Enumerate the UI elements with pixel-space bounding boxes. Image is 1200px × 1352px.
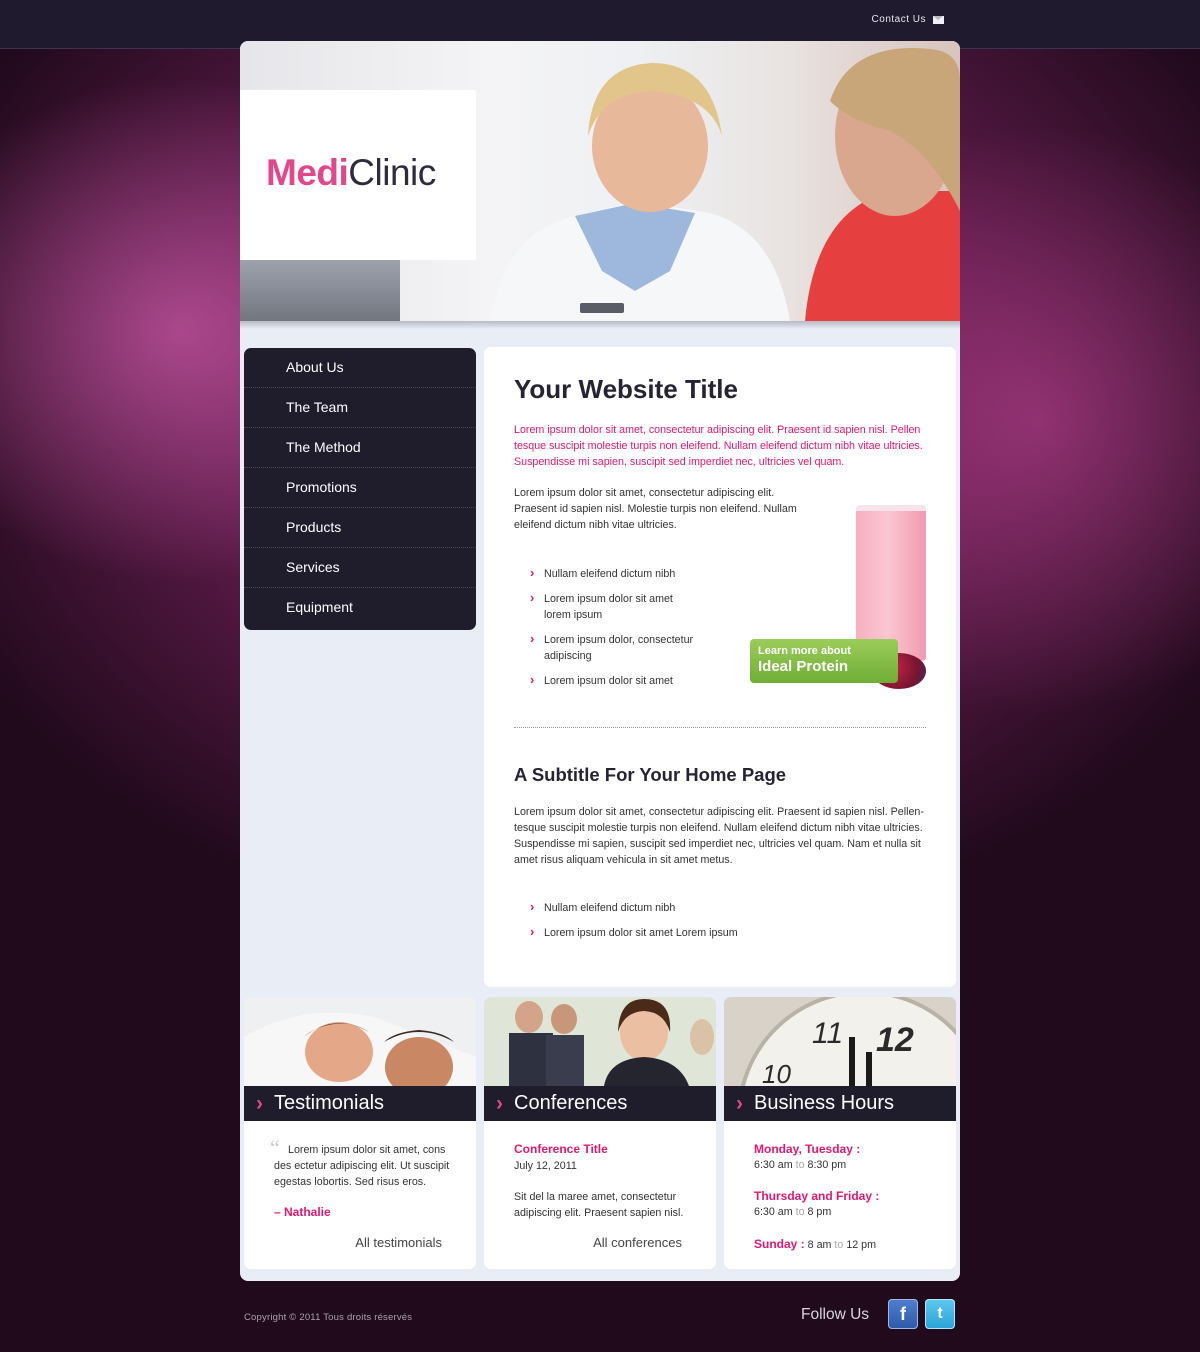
business-people-photo xyxy=(484,997,716,1086)
hours-to: to xyxy=(795,1206,805,1218)
nav-item-label: Promotions xyxy=(286,479,357,495)
hours-open: 6:30 am xyxy=(754,1206,793,1218)
conference-description: Sit del la maree amet, consectetur adipi… xyxy=(514,1191,684,1219)
conferences-box: › Conferences Conference Title July 12, … xyxy=(484,997,716,1269)
all-conferences-link[interactable]: All conferences xyxy=(593,1235,682,1250)
protein-drink-image xyxy=(856,505,926,661)
hours-to: to xyxy=(834,1239,844,1251)
intro-paragraph: Lorem ipsum dolor sit amet, consectetur … xyxy=(514,424,923,468)
logo-part-clinic: Clinic xyxy=(348,152,436,193)
promo-line-1: Learn more about xyxy=(758,645,851,657)
nav-item-label: Products xyxy=(286,519,342,535)
hours-open: 6:30 am xyxy=(754,1159,793,1171)
sidebar-nav: About Us The Team The Method Promotions … xyxy=(244,348,476,630)
nav-item-label: Equipment xyxy=(286,599,353,615)
hero-shadow xyxy=(240,321,960,329)
promo-line-2: Ideal Protein xyxy=(758,658,849,675)
chevron-right-icon: › xyxy=(256,1092,263,1115)
page-container: MediClinic About Us The Team The Method … xyxy=(240,41,960,1281)
testimonial-author: – Nathalie xyxy=(274,1205,331,1219)
body-paragraph: Lorem ipsum dolor sit amet, consectetur … xyxy=(514,487,797,531)
ideal-protein-button[interactable]: Learn more about Ideal Protein xyxy=(750,639,898,683)
body-paragraph: Lorem ipsum dolor sit amet, consectetur … xyxy=(514,806,924,866)
page-subtitle: A Subtitle For Your Home Page xyxy=(514,764,787,785)
clock-photo: 11 12 10 xyxy=(724,997,956,1086)
hours-days: Sunday : xyxy=(754,1237,805,1251)
list-item: Nullam eleifend dictum nibh xyxy=(530,899,790,916)
nav-item-label: The Team xyxy=(286,399,348,415)
list-item: Lorem ipsum dolor sit amet Lorem ipsum xyxy=(530,924,790,941)
hours-time: 6:30 am to 8 pm xyxy=(754,1206,831,1218)
list-item: Lorem ipsum dolor sit amet xyxy=(530,672,700,689)
hours-to: to xyxy=(795,1159,805,1171)
all-testimonials-link[interactable]: All testimonials xyxy=(355,1235,442,1250)
logo[interactable]: MediClinic xyxy=(266,152,436,194)
testimonial-quote: Lorem ipsum dolor sit amet, cons des ect… xyxy=(274,1144,450,1188)
list-item: Lorem ipsum dolor sit amet lorem ipsum xyxy=(530,590,700,623)
conference-title: Conference Title xyxy=(514,1142,608,1156)
nav-item-the-team[interactable]: The Team xyxy=(244,388,476,428)
conferences-header: › Conferences xyxy=(484,1086,716,1121)
chevron-right-icon: › xyxy=(736,1092,743,1115)
nav-item-the-method[interactable]: The Method xyxy=(244,428,476,468)
clock-number: 11 xyxy=(812,1017,843,1050)
contact-us-link[interactable]: Contact Us xyxy=(872,14,944,25)
list-item: Nullam eleifend dictum nibh xyxy=(530,565,700,582)
hours-close: 12 pm xyxy=(846,1239,877,1251)
conference-date: July 12, 2011 xyxy=(514,1160,577,1172)
nav-item-about-us[interactable]: About Us xyxy=(244,348,476,388)
logo-part-medi: Medi xyxy=(266,152,349,193)
testimonials-heading: Testimonials xyxy=(274,1092,385,1114)
hours-close: 8:30 pm xyxy=(807,1159,847,1171)
logo-box: MediClinic xyxy=(240,90,476,260)
bullet-list: Nullam eleifend dictum nibh Lorem ipsum … xyxy=(530,899,790,950)
section-divider xyxy=(514,727,926,728)
page-title: Your Website Title xyxy=(514,374,738,404)
nav-item-equipment[interactable]: Equipment xyxy=(244,588,476,627)
business-hours-header: › Business Hours xyxy=(724,1086,956,1121)
list-item: Lorem ipsum dolor, consectetur adipiscin… xyxy=(530,631,700,664)
nav-item-label: Services xyxy=(286,559,340,575)
twitter-icon[interactable]: t xyxy=(925,1299,955,1329)
business-hours-box: 11 12 10 › Business Hours Monday, Tuesda… xyxy=(724,997,956,1269)
hours-open: 8 am xyxy=(807,1239,832,1251)
conferences-heading: Conferences xyxy=(514,1092,628,1114)
laptop-image xyxy=(240,260,400,321)
business-hours-heading: Business Hours xyxy=(754,1092,895,1114)
copyright: Copyright © 2011 Tous droits réservés xyxy=(244,1312,413,1323)
chevron-right-icon: › xyxy=(496,1092,503,1115)
hours-sunday: Sunday : 8 am to 12 pm xyxy=(754,1237,876,1251)
follow-us-label: Follow Us xyxy=(801,1306,870,1323)
testimonials-box: › Testimonials “ Lorem ipsum dolor sit a… xyxy=(244,997,476,1269)
nav-item-services[interactable]: Services xyxy=(244,548,476,588)
nav-item-products[interactable]: Products xyxy=(244,508,476,548)
hours-close: 8 pm xyxy=(807,1206,832,1218)
hero-banner: MediClinic xyxy=(240,41,960,321)
contact-us-label: Contact Us xyxy=(871,14,926,25)
facebook-icon[interactable]: f xyxy=(888,1299,918,1329)
bullet-list: Nullam eleifend dictum nibh Lorem ipsum … xyxy=(530,565,700,698)
main-content: Your Website Title Lorem ipsum dolor sit… xyxy=(484,347,956,987)
couple-photo xyxy=(244,997,476,1086)
hours-days: Thursday and Friday : xyxy=(754,1189,880,1203)
nav-item-label: The Method xyxy=(286,439,361,455)
clock-number: 12 xyxy=(876,1021,914,1059)
mail-icon xyxy=(933,15,944,24)
hours-days: Monday, Tuesday : xyxy=(754,1142,861,1156)
testimonials-header: › Testimonials xyxy=(244,1086,476,1121)
nav-item-promotions[interactable]: Promotions xyxy=(244,468,476,508)
clock-number: 10 xyxy=(762,1059,791,1086)
nav-item-label: About Us xyxy=(286,359,344,375)
hours-time: 6:30 am to 8:30 pm xyxy=(754,1159,846,1171)
